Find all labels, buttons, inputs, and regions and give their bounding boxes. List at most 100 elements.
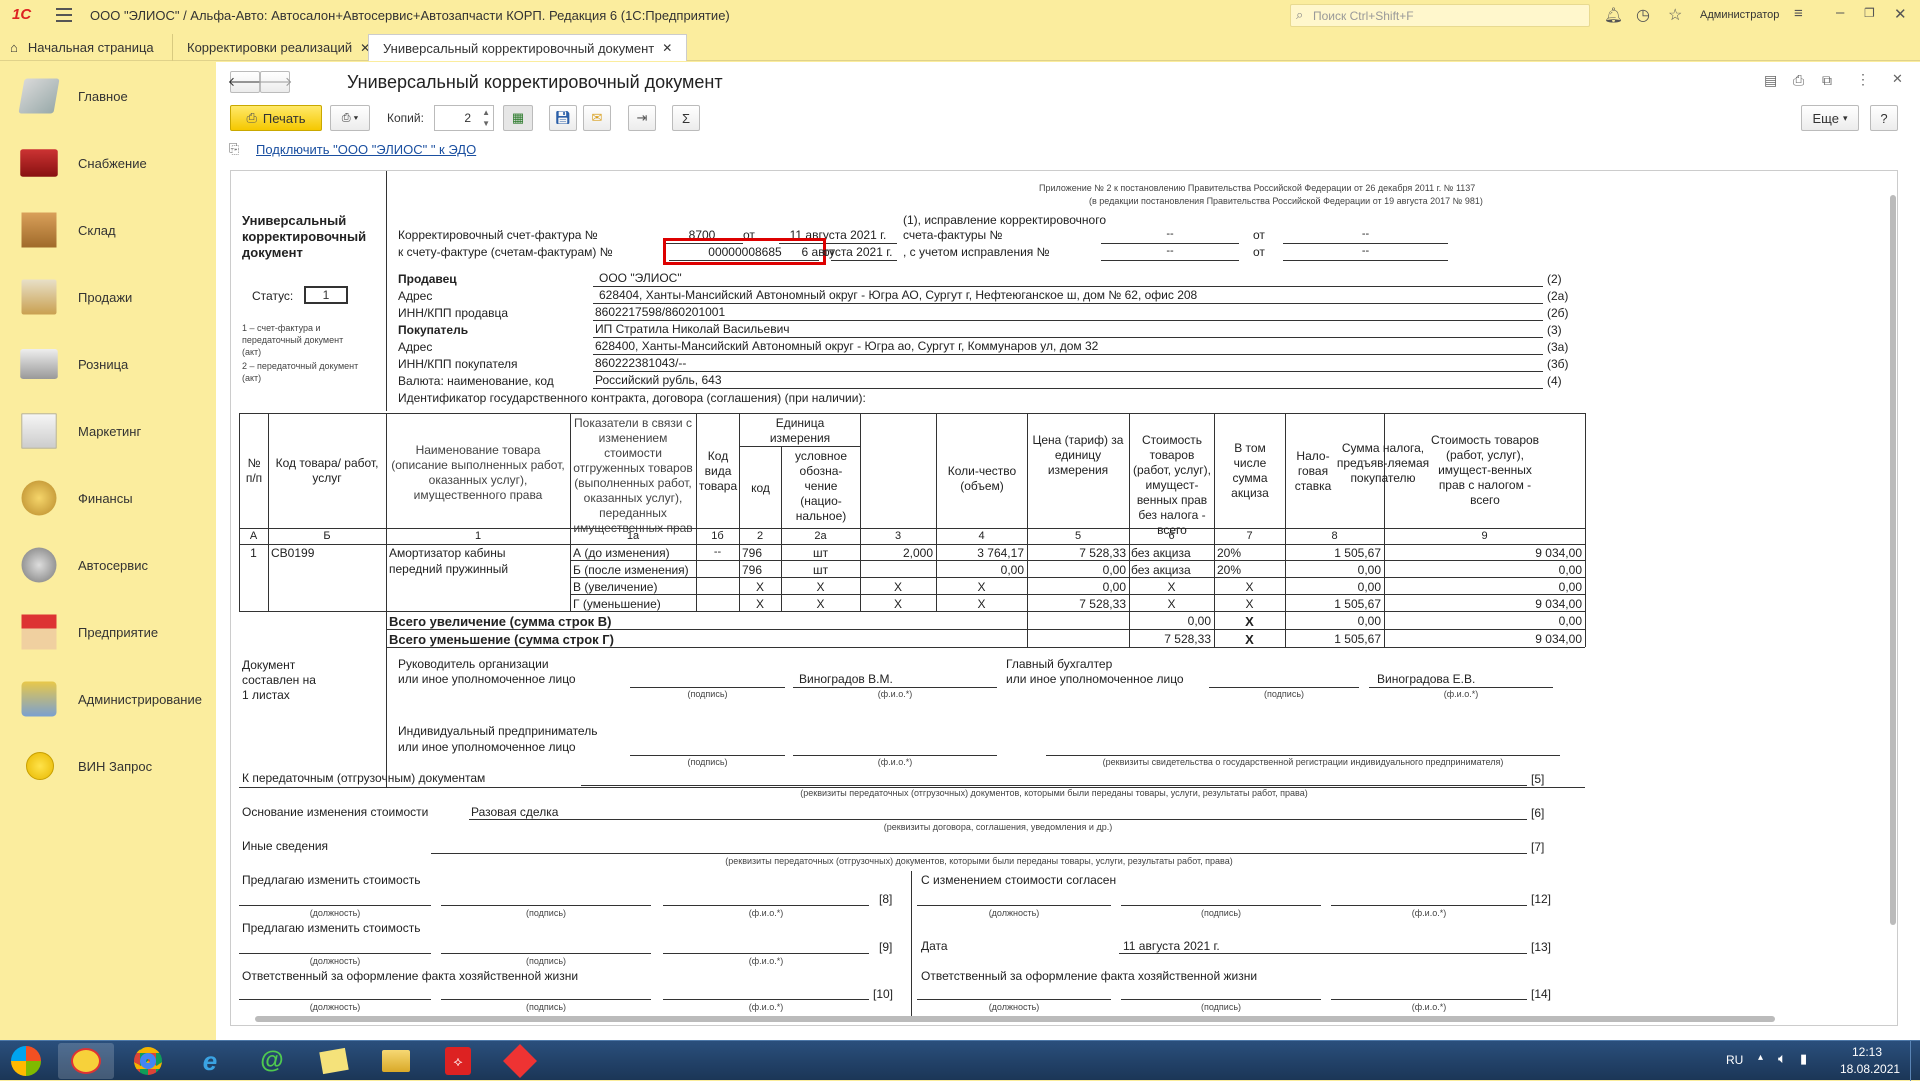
history-icon[interactable]: ◷ [1636, 5, 1650, 25]
tab-home[interactable]: ⌂ Начальная страница [0, 34, 168, 61]
pdf-icon: ⟡ [445, 1047, 471, 1075]
floppy-icon: 💾︎ [554, 110, 572, 125]
user-name[interactable]: Администратор [1700, 9, 1779, 21]
sum-button[interactable]: Σ [672, 105, 700, 131]
show-desktop-button[interactable] [1910, 1041, 1920, 1081]
date-value: 11 августа 2021 г. [1123, 939, 1220, 953]
buyer-value: ИП Стратила Николай Васильевич [595, 322, 790, 336]
appendix-line2: (в редакции постановления Правительства … [1089, 196, 1483, 206]
sidebar-item-main[interactable]: Главное [0, 66, 215, 126]
print-icon[interactable]: ⎙ [1793, 72, 1804, 89]
menu-icon[interactable] [56, 8, 72, 22]
sidebar-item-warehouse[interactable]: Склад [0, 200, 215, 260]
clock-time[interactable]: 12:13 [1852, 1045, 1882, 1059]
print-options-button[interactable]: ⎙ ▾ [330, 105, 370, 131]
sidebar-item-autoservice[interactable]: Автосервис [0, 535, 215, 595]
vertical-scrollbar[interactable] [1889, 175, 1897, 1015]
at-icon: @ [260, 1047, 284, 1074]
taskbar-anydesk[interactable] [492, 1043, 548, 1079]
app-logo[interactable]: 1С [12, 6, 31, 23]
taskbar-ie[interactable]: e [182, 1043, 238, 1079]
search-input[interactable]: ⌕ Поиск Ctrl+Shift+F [1290, 4, 1590, 27]
tab-sales-corrections[interactable]: Корректировки реализаций ✕ [172, 34, 384, 61]
bell-icon[interactable]: 🔔︎ [1604, 6, 1623, 24]
taskbar-explorer[interactable] [368, 1043, 424, 1079]
tray-arrow-icon[interactable]: ▴ [1758, 1052, 1763, 1063]
sidebar-item-finance[interactable]: Финансы [0, 468, 215, 528]
back-button[interactable]: 🡐 [228, 71, 262, 93]
scrollbar-thumb[interactable] [1890, 195, 1896, 925]
chrome-icon [134, 1047, 162, 1075]
sidebar-item-enterprise[interactable]: Предприятие [0, 602, 215, 662]
item-no: 1 [250, 546, 257, 560]
sidebar-item-marketing[interactable]: Маркетинг [0, 401, 215, 461]
taskbar-acrobat[interactable]: ⟡ [430, 1043, 486, 1079]
head-name: Виноградов В.М. [799, 672, 893, 686]
print-button[interactable]: ⎙ Печать [230, 105, 322, 131]
th-rate: Нало-говая ставка [1294, 449, 1332, 493]
corr-invoice-label: Корректировочный счет-фактура № [398, 228, 598, 242]
minimize-icon[interactable]: – [1836, 4, 1844, 21]
email-button[interactable]: ✉ [583, 105, 611, 131]
sidebar-item-vin[interactable]: ВИН Запрос [0, 736, 215, 796]
export-button[interactable]: ⇥ [628, 105, 656, 131]
search-placeholder: Поиск Ctrl+Shift+F [1313, 9, 1414, 23]
total-decrease-label: Всего уменьшение (сумма строк Г) [389, 632, 614, 647]
preview-icon[interactable]: ⧉ [1822, 72, 1832, 89]
tab-close-icon[interactable]: ✕ [662, 41, 672, 55]
main-icon [18, 78, 60, 114]
total-increase-label: Всего увеличение (сумма строк В) [389, 614, 612, 629]
sidebar-item-supply[interactable]: Снабжение [0, 133, 215, 193]
start-button[interactable] [2, 1043, 50, 1079]
status-note: 1 – счет-фактура и [242, 323, 321, 333]
edit-table-button[interactable]: ▦ [503, 105, 533, 131]
save-button[interactable]: 💾︎ [549, 105, 577, 131]
taskbar-chrome[interactable] [120, 1043, 176, 1079]
close-form-icon[interactable]: ✕ [1892, 71, 1903, 87]
doc-title-l2: корректировочный [242, 229, 367, 244]
status-label: Статус: [252, 289, 294, 303]
gear-icon [21, 547, 57, 583]
folder-icon [382, 1050, 410, 1072]
maximize-icon[interactable]: ❐ [1864, 6, 1875, 20]
sales-icon [21, 279, 57, 315]
boxes-icon [21, 212, 57, 248]
network-icon[interactable]: ▮ [1800, 1051, 1807, 1067]
volume-icon[interactable]: 🔈︎ [1778, 1050, 1786, 1067]
copies-stepper[interactable]: 2 ▲ ▼ [434, 105, 494, 131]
th-total: Стоимость товаров (работ, услуг), имущес… [1430, 433, 1540, 507]
accountant-label: Главный бухгалтер [1006, 657, 1113, 671]
currency-value: Российский рубль, 643 [595, 373, 722, 387]
tab-bar: ⌂ Начальная страница Корректировки реали… [0, 32, 1920, 61]
taskbar-1c[interactable] [58, 1043, 114, 1079]
scrollbar-thumb[interactable] [255, 1016, 1775, 1022]
tab-ukd[interactable]: Универсальный корректировочный документ … [368, 34, 688, 61]
star-icon[interactable]: ☆ [1668, 5, 1682, 25]
sidebar-item-retail[interactable]: Розница [0, 334, 215, 394]
ip-label: Индивидуальный предприниматель [398, 724, 598, 738]
more-vert-icon[interactable]: ⋮ [1856, 71, 1870, 88]
taskbar-mail[interactable]: @ [244, 1043, 300, 1079]
appendix-line1: Приложение № 2 к постановлению Правитель… [1039, 183, 1476, 193]
factory-icon [21, 614, 57, 650]
buyer-address: 628400, Ханты-Мансийский Автономный окру… [595, 339, 1099, 353]
language-indicator[interactable]: RU [1726, 1053, 1743, 1067]
sidebar-item-sales[interactable]: Продажи [0, 267, 215, 327]
clock-date[interactable]: 18.08.2021 [1840, 1062, 1900, 1076]
save-doc-icon[interactable]: ▤ [1764, 72, 1777, 89]
help-button[interactable]: ? [1870, 105, 1898, 131]
taskbar-notes[interactable] [306, 1043, 362, 1079]
stepper-arrows-icon[interactable]: ▲ ▼ [482, 107, 490, 129]
shipping-docs-label: К передаточным (отгрузочным) документам [242, 771, 486, 785]
forward-button[interactable]: 🡒 [258, 71, 292, 93]
currency-label: Валюта: наименование, код [398, 374, 554, 388]
settings-menu-icon[interactable]: ≡ [1794, 5, 1803, 22]
horizontal-scrollbar[interactable] [245, 1015, 1885, 1023]
sigma-icon: Σ [681, 110, 691, 126]
seller-label: Продавец [398, 272, 457, 286]
close-icon[interactable]: ✕ [1894, 5, 1907, 23]
seller-inn-label: ИНН/КПП продавца [398, 306, 509, 320]
more-button[interactable]: Еще ▾ [1801, 105, 1859, 131]
edo-link[interactable]: Подключить "ООО "ЭЛИОС" " к ЭДО [256, 142, 476, 157]
sidebar-item-admin[interactable]: Администрирование [0, 669, 215, 729]
